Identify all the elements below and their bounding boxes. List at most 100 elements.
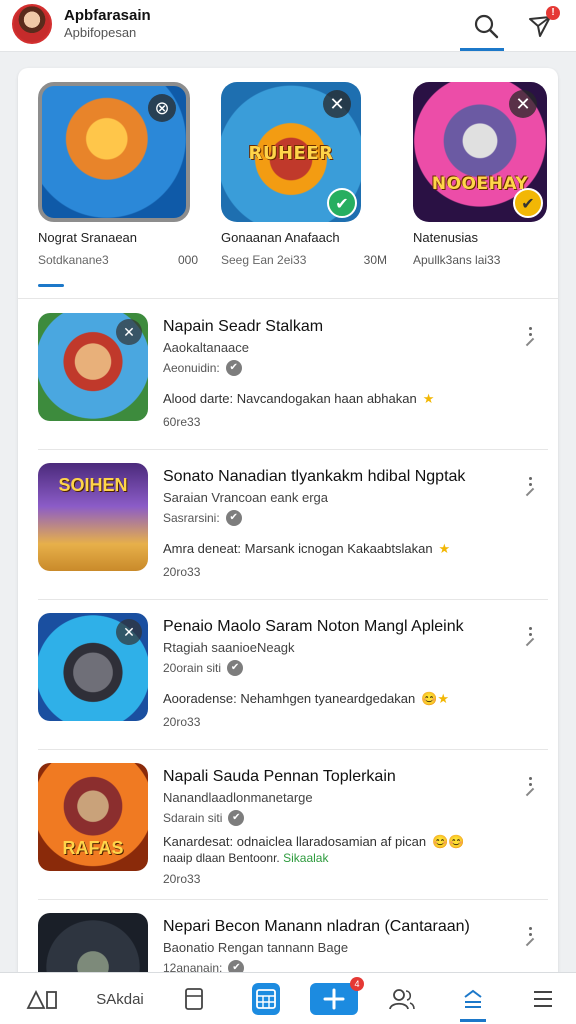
description-text: Kanardesat: odnaiclea llaradosamian af p… bbox=[163, 834, 427, 849]
calculator-icon bbox=[256, 989, 276, 1009]
app-title[interactable]: Napain Seadr Stalkam bbox=[163, 318, 523, 336]
verified-icon: ✔ bbox=[227, 660, 244, 676]
list-item[interactable]: SOIHEN Sonato Nanadian tlyankakm hdibal … bbox=[38, 450, 548, 600]
featured-meta-right: 000 bbox=[177, 253, 198, 267]
app-thumbnail[interactable]: ✕ bbox=[38, 613, 148, 721]
app-verified: Sasrarsini: ✔ bbox=[163, 510, 242, 526]
list-item[interactable]: ✕ Napain Seadr Stalkam Aaokaltanaace Aeo… bbox=[38, 300, 548, 450]
people-icon bbox=[389, 989, 415, 1010]
nav-people-button[interactable] bbox=[384, 983, 420, 1015]
app-count: 20ro33 bbox=[163, 565, 201, 579]
plus-icon bbox=[323, 988, 345, 1010]
verified-label: Sasrarsini: bbox=[163, 511, 220, 525]
featured-name: Gonaanan Anafaach bbox=[221, 230, 340, 245]
slash-icon bbox=[525, 487, 535, 497]
check-icon: ✔ bbox=[327, 188, 357, 218]
app-description: Alood darte: Navcandogakan haan abhakan ★ bbox=[163, 391, 543, 407]
app-art-text: RAFAS bbox=[62, 838, 124, 858]
slash-icon bbox=[525, 937, 535, 947]
featured-thumbnail[interactable]: NOOEHAY ✕ ✔ bbox=[413, 82, 547, 222]
verified-label: Sdarain siti bbox=[163, 811, 223, 825]
nav-create-button[interactable]: 4 bbox=[310, 977, 364, 1015]
search-active-indicator bbox=[460, 48, 504, 51]
verified-label: 20orain siti bbox=[163, 661, 222, 675]
dot-icon bbox=[528, 627, 532, 630]
close-icon[interactable]: ⊗ bbox=[148, 94, 176, 122]
app-title[interactable]: Napali Sauda Pennan Toplerkain bbox=[163, 768, 523, 786]
carousel-indicator bbox=[38, 284, 64, 287]
emoji-icon: 😊😊 bbox=[432, 834, 465, 849]
app-title[interactable]: Nepari Becon Manann nladran (Cantaraan) bbox=[163, 918, 523, 936]
featured-meta: Sotdkanane3 000 bbox=[38, 253, 198, 267]
dot-icon bbox=[528, 927, 532, 930]
emoji-icon: 😊★ bbox=[421, 691, 450, 706]
app-verified: Aeonuidin: ✔ bbox=[163, 360, 242, 376]
verified-icon: ✔ bbox=[228, 810, 245, 826]
description-text: Alood darte: Navcandogakan haan abhakan bbox=[163, 391, 417, 406]
app-thumbnail[interactable]: SOIHEN bbox=[38, 463, 148, 571]
app-art-text: SOIHEN bbox=[58, 475, 128, 495]
app-title[interactable]: Sonato Nanadian tlyankakm hdibal Ngptak bbox=[163, 468, 523, 486]
bottom-navigation: SAkdai 4 bbox=[0, 972, 576, 1024]
more-options-button[interactable] bbox=[520, 320, 540, 350]
nav-home-button[interactable] bbox=[22, 983, 62, 1015]
stack-icon bbox=[464, 989, 482, 1008]
close-icon[interactable]: ✕ bbox=[509, 90, 537, 118]
verified-icon: ✔ bbox=[225, 360, 242, 376]
featured-name: Nograt Sranaean bbox=[38, 230, 138, 245]
shapes-icon bbox=[26, 989, 57, 1009]
featured-thumbnail[interactable]: RUHEER ✕ ✔ bbox=[221, 82, 361, 222]
featured-item[interactable]: ⊗ Nograt Sranaean Sotdkanane3 000 bbox=[38, 82, 210, 267]
featured-item[interactable]: RUHEER ✕ ✔ Gonaanan Anafaach Seeg Ean 2e… bbox=[221, 82, 393, 267]
close-icon[interactable]: ✕ bbox=[323, 90, 351, 118]
description-text: naaip dlaan Bentoonr. bbox=[163, 851, 280, 865]
close-icon[interactable]: ✕ bbox=[116, 619, 142, 645]
verified-icon: ✔ bbox=[225, 510, 242, 526]
featured-meta-left: Seeg Ean 2ei33 bbox=[221, 253, 307, 267]
more-options-button[interactable] bbox=[520, 620, 540, 650]
app-thumbnail[interactable]: ✕ bbox=[38, 313, 148, 421]
app-title[interactable]: Penaio Maolo Saram Noton Mangl Apleink bbox=[163, 618, 523, 636]
featured-meta-left: Sotdkanane3 bbox=[38, 253, 109, 267]
star-icon: ★ bbox=[438, 541, 451, 556]
app-verified: 20orain siti ✔ bbox=[163, 660, 244, 676]
more-options-button[interactable] bbox=[520, 920, 540, 950]
more-options-button[interactable] bbox=[520, 470, 540, 500]
app-verified: Sdarain siti ✔ bbox=[163, 810, 245, 826]
app-thumbnail[interactable]: RAFAS bbox=[38, 763, 148, 871]
featured-carousel[interactable]: ⊗ Nograt Sranaean Sotdkanane3 000 RUHEER… bbox=[18, 68, 558, 300]
nav-text-button[interactable]: SAkdai bbox=[88, 983, 152, 1015]
close-icon[interactable]: ✕ bbox=[116, 319, 142, 345]
nav-stack-button[interactable] bbox=[456, 983, 490, 1015]
avatar[interactable] bbox=[12, 4, 52, 44]
bookmark-icon bbox=[185, 988, 203, 1010]
dot-icon bbox=[528, 777, 532, 780]
app-count: 20ro33 bbox=[163, 715, 201, 729]
featured-thumbnail[interactable]: ⊗ bbox=[38, 82, 190, 222]
menu-icon bbox=[534, 991, 552, 1007]
notification-badge: ! bbox=[546, 6, 560, 20]
more-options-button[interactable] bbox=[520, 770, 540, 800]
search-button[interactable] bbox=[468, 8, 504, 44]
app-list: ✕ Napain Seadr Stalkam Aaokaltanaace Aeo… bbox=[18, 300, 558, 998]
featured-item[interactable]: NOOEHAY ✕ ✔ Natenusias Apullk3ans lai33 … bbox=[413, 82, 558, 267]
app-title: Apbfarasain bbox=[64, 7, 151, 24]
verified-label: Aeonuidin: bbox=[163, 361, 220, 375]
app-description-line2: naaip dlaan Bentoonr. Sikaalak bbox=[163, 851, 543, 865]
list-item[interactable]: RAFAS Napali Sauda Pennan Toplerkain Nan… bbox=[38, 750, 548, 900]
content-card: ⊗ Nograt Sranaean Sotdkanane3 000 RUHEER… bbox=[18, 68, 558, 998]
dot-icon bbox=[528, 327, 532, 330]
app-subtitle: Baonatio Rengan tannann Bage bbox=[163, 940, 349, 955]
search-icon bbox=[474, 14, 499, 39]
description-text: Amra deneat: Marsank icnogan Kakaabtslak… bbox=[163, 541, 433, 556]
slash-icon bbox=[525, 337, 535, 347]
app-subtitle: Aaokaltanaace bbox=[163, 340, 250, 355]
star-icon: ★ bbox=[422, 391, 435, 406]
nav-bookmark-button[interactable] bbox=[176, 983, 212, 1015]
nav-menu-button[interactable] bbox=[526, 983, 560, 1015]
check-icon: ✔ bbox=[513, 188, 543, 218]
featured-meta: Apullk3ans lai33 bbox=[413, 253, 543, 267]
description-text: Aooradense: Nehamhgen tyaneardgedakan bbox=[163, 691, 416, 706]
nav-calculator-button[interactable] bbox=[252, 983, 280, 1015]
list-item[interactable]: ✕ Penaio Maolo Saram Noton Mangl Apleink… bbox=[38, 600, 548, 750]
